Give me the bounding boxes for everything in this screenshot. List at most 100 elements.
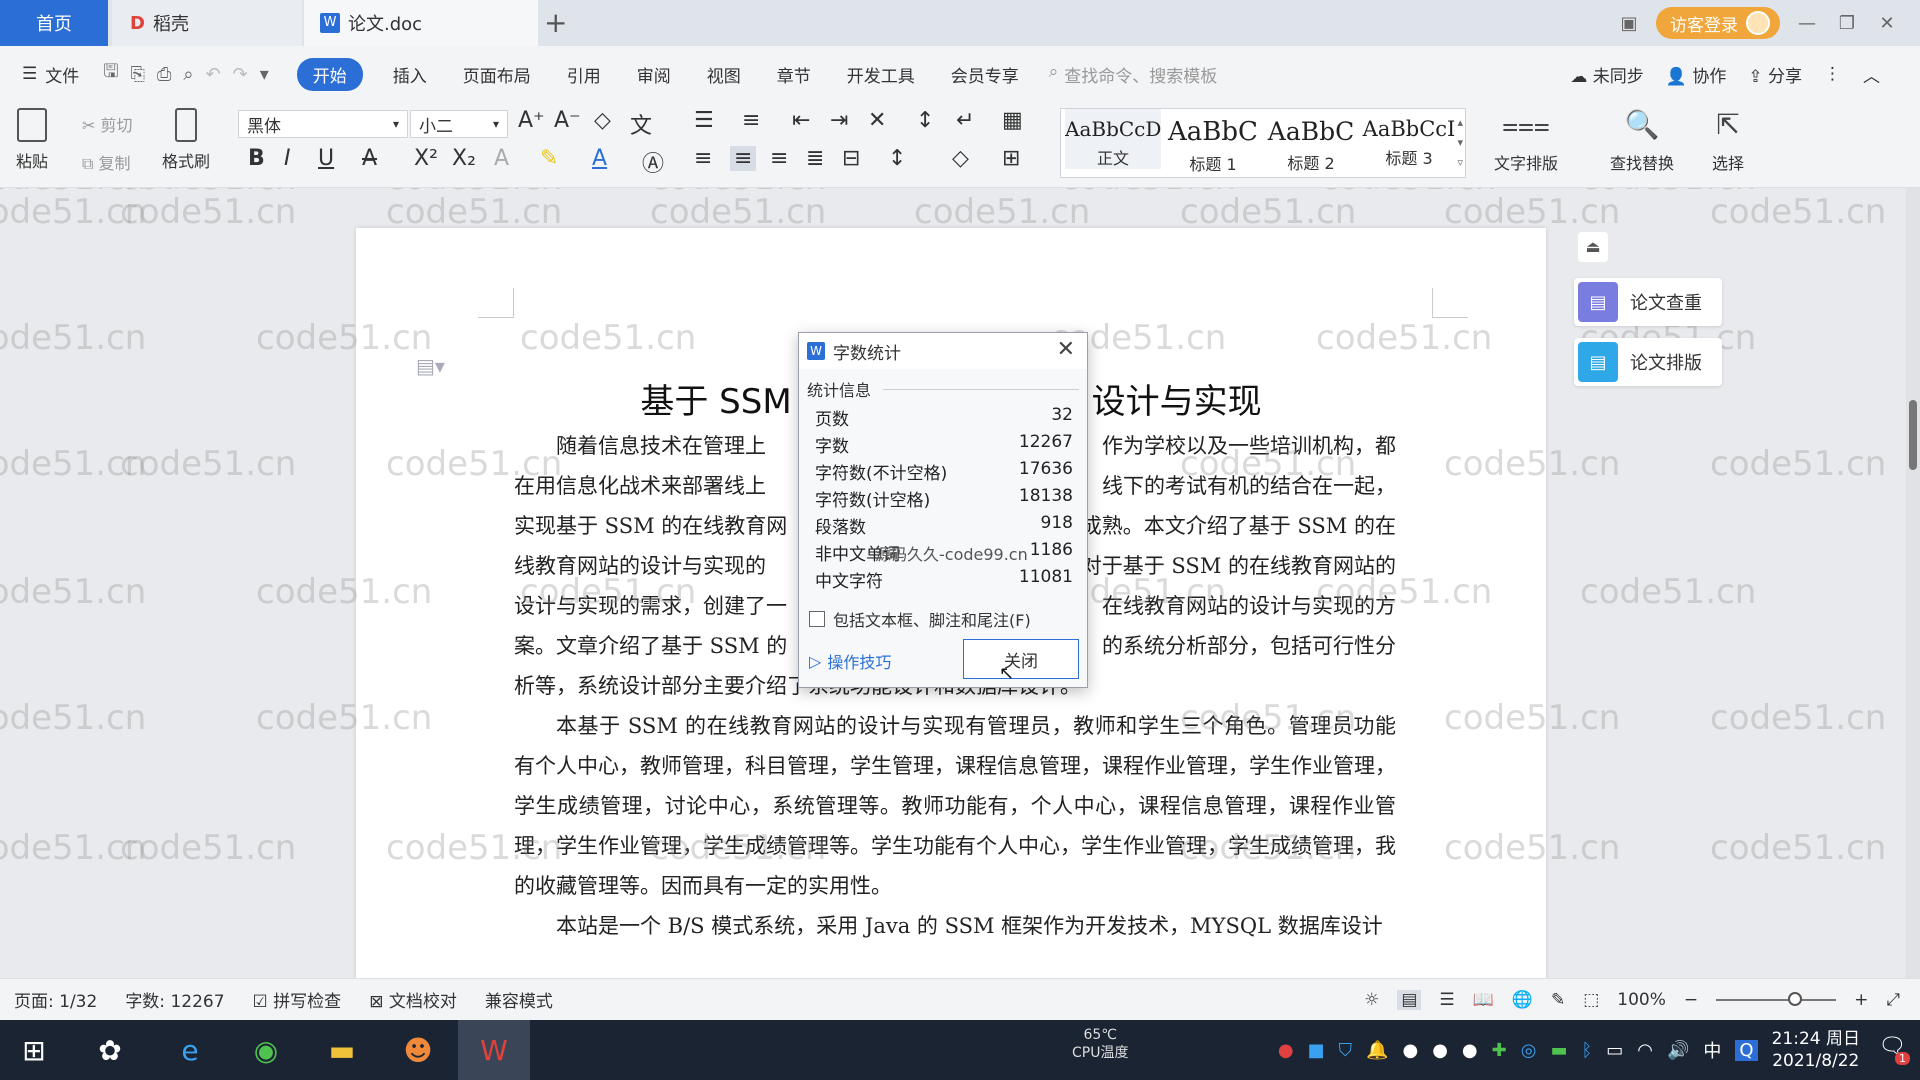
tray-app-icon[interactable]: ● — [1432, 1040, 1448, 1061]
collab-button[interactable]: 👤 协作 — [1666, 62, 1727, 87]
new-tab-icon[interactable]: + — [544, 6, 567, 39]
zoom-slider-knob[interactable] — [1788, 992, 1803, 1006]
command-search[interactable]: ⌕ 查找命令、搜索模板 — [1049, 62, 1218, 87]
login-button[interactable]: 访客登录 — [1656, 7, 1780, 39]
customize-dropdown-icon[interactable]: ▾ — [254, 64, 275, 85]
eye-protect-icon[interactable]: ☼ — [1364, 990, 1379, 1010]
line-spacing-icon[interactable]: ↕ — [888, 146, 906, 171]
menu-insert[interactable]: 插入 — [375, 62, 445, 87]
show-marks-icon[interactable]: ↵ — [956, 108, 974, 133]
zoom-out-icon[interactable]: − — [1684, 990, 1698, 1010]
menu-member[interactable]: 会员专享 — [933, 62, 1037, 87]
close-window-icon[interactable]: ✕ — [1874, 13, 1900, 34]
fit-page-icon[interactable]: ⬚ — [1583, 990, 1599, 1010]
justify-icon[interactable]: ≣ — [806, 146, 824, 171]
ime-app-icon[interactable]: Q — [1735, 1039, 1758, 1061]
char-border-icon[interactable]: Ⓐ — [642, 146, 664, 178]
increase-indent-icon[interactable]: ⇥ — [830, 108, 848, 133]
outline-view-icon[interactable]: ☰ — [1439, 990, 1454, 1010]
bell-icon[interactable]: 🔔 — [1366, 1040, 1388, 1061]
export-icon[interactable]: ⎘ — [125, 64, 151, 85]
word-count-indicator[interactable]: 字数: 12267 — [111, 987, 238, 1012]
checkbox-box[interactable] — [809, 611, 825, 627]
close-button[interactable]: 关闭 — [963, 639, 1079, 679]
menu-start[interactable]: 开始 — [296, 57, 363, 91]
bluetooth-icon[interactable]: ᛒ — [1581, 1040, 1592, 1061]
share-button[interactable]: ⇪ 分享 — [1748, 62, 1802, 87]
tab-home[interactable]: 首页 — [0, 0, 108, 46]
menu-view[interactable]: 视图 — [689, 62, 759, 87]
zoom-in-icon[interactable]: + — [1854, 990, 1868, 1010]
windows-start-icon[interactable]: ⊞ — [14, 1030, 54, 1070]
browser-360-icon[interactable]: ◉ — [246, 1030, 286, 1070]
restore-icon[interactable]: ❐ — [1834, 13, 1860, 34]
select-button[interactable]: ⇱ 选择 — [1712, 108, 1744, 174]
decrease-indent-icon[interactable]: ⇤ — [792, 108, 810, 133]
web-view-icon[interactable]: 🌐 — [1512, 990, 1533, 1010]
shrink-font-icon[interactable]: A⁻ — [554, 108, 581, 133]
find-replace-button[interactable]: 🔍 查找替换 — [1610, 108, 1674, 174]
tray-app-icon[interactable]: ✚ — [1492, 1040, 1507, 1061]
sort-icon[interactable]: ↕ — [916, 108, 934, 133]
close-icon[interactable]: ✕ — [1057, 337, 1075, 362]
style-heading-3[interactable]: AaBbCcI 标题 3 — [1361, 109, 1457, 169]
ime-indicator[interactable]: 中 — [1703, 1037, 1721, 1063]
subscript-icon[interactable]: X₂ — [452, 146, 476, 171]
tray-app-icon[interactable]: ● — [1278, 1040, 1294, 1061]
minimize-icon[interactable]: — — [1794, 13, 1820, 34]
tray-app-icon[interactable]: ● — [1402, 1040, 1418, 1061]
save-icon[interactable]: 🖫 — [97, 59, 124, 89]
app-avatar-icon[interactable]: ☻ — [398, 1030, 438, 1070]
underline-icon[interactable]: U — [318, 146, 334, 171]
font-name-select[interactable]: 黑体 ▾ — [238, 110, 408, 138]
collapse-panel-icon[interactable]: ⏏ — [1578, 232, 1608, 262]
paste-button[interactable]: 粘贴 — [16, 108, 48, 172]
layout-icon[interactable]: ▣ — [1616, 13, 1642, 34]
collapse-ribbon-icon[interactable]: ︿ — [1863, 62, 1880, 87]
fullscreen-icon[interactable]: ⤢ — [1886, 990, 1900, 1010]
font-size-select[interactable]: 小二 ▾ — [410, 110, 508, 138]
strikethrough-icon[interactable]: A — [362, 146, 377, 171]
page-view-icon[interactable]: ▤ — [1397, 990, 1422, 1010]
highlight-icon[interactable]: ✎ — [540, 146, 558, 171]
vertical-scrollbar[interactable] — [1906, 188, 1920, 978]
print-preview-icon[interactable]: ⌕ — [177, 64, 199, 85]
shading-icon[interactable]: ◇ — [952, 146, 969, 171]
menu-references[interactable]: 引用 — [549, 62, 619, 87]
italic-icon[interactable]: I — [284, 146, 291, 171]
menu-chapter[interactable]: 章节 — [759, 62, 829, 87]
clear-format-icon[interactable]: ◇ — [594, 108, 611, 133]
sync-button[interactable]: ☁ 未同步 — [1570, 62, 1643, 87]
tray-app-icon[interactable]: ■ — [1308, 1040, 1325, 1061]
page-indicator[interactable]: 页面: 1/32 — [0, 987, 111, 1012]
chinese-layout-icon[interactable]: ✕ — [868, 108, 886, 133]
tab-daoke[interactable]: D 稻壳 — [112, 0, 302, 46]
clock[interactable]: 21:24 周日 2021/8/22 — [1772, 1028, 1860, 1072]
style-scroll-icon[interactable]: ▴ ▾ ▿ — [1457, 113, 1463, 173]
borders-icon[interactable]: ⊞ — [1002, 146, 1020, 171]
include-textbox-checkbox[interactable]: 包括文本框、脚注和尾注(F) — [809, 607, 1031, 631]
zoom-slider[interactable] — [1716, 992, 1837, 1006]
menu-dev-tools[interactable]: 开发工具 — [829, 62, 933, 87]
menu-review[interactable]: 审阅 — [619, 62, 689, 87]
redo-icon[interactable]: ↷ — [227, 64, 254, 85]
tips-link[interactable]: ▷ 操作技巧 — [809, 649, 891, 673]
align-left-icon[interactable]: ≡ — [694, 146, 712, 171]
style-heading-2[interactable]: AaBbC 标题 2 — [1263, 109, 1359, 174]
cpu-temp-widget[interactable]: 65℃ CPU温度 — [1072, 1026, 1128, 1062]
read-view-icon[interactable]: 📖 — [1473, 990, 1494, 1010]
cut-button[interactable]: ✂ 剪切 — [82, 112, 133, 136]
spell-check-button[interactable]: ☑ 拼写检查 — [239, 987, 356, 1012]
thesis-check-button[interactable]: ▤ 论文查重 — [1574, 278, 1722, 326]
copy-button[interactable]: ⧉ 复制 — [82, 150, 131, 174]
volume-icon[interactable]: 🔊 — [1667, 1040, 1689, 1061]
scrollbar-thumb[interactable] — [1909, 400, 1917, 470]
undo-icon[interactable]: ↶ — [200, 64, 227, 85]
ie-browser-icon[interactable]: e — [170, 1030, 210, 1070]
menu-page-layout[interactable]: 页面布局 — [445, 62, 549, 87]
wifi-icon[interactable]: ◠ — [1637, 1040, 1653, 1061]
superscript-icon[interactable]: X² — [414, 146, 438, 171]
zoom-level[interactable]: 100% — [1617, 990, 1666, 1010]
bold-icon[interactable]: B — [248, 146, 265, 171]
print-icon[interactable]: ⎙ — [151, 64, 177, 85]
